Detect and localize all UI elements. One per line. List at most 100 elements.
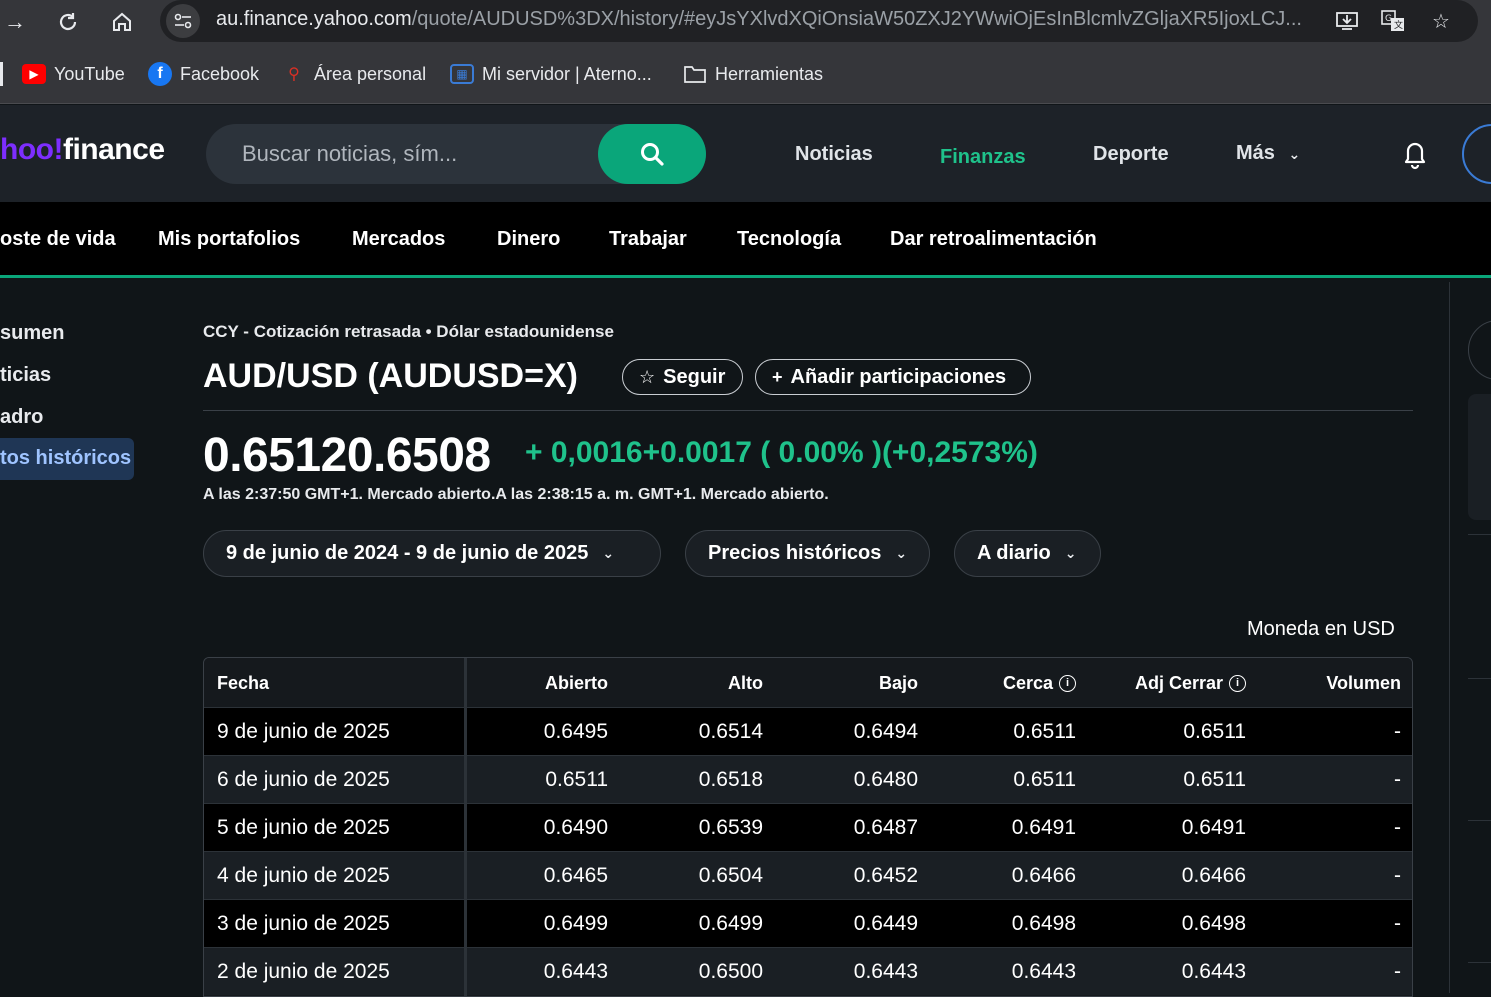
- subnav-costo-de-vida[interactable]: oste de vida: [0, 228, 116, 251]
- currency-note: Moneda en USD: [1247, 618, 1395, 640]
- header-cerca[interactable]: Cerca i: [934, 658, 1076, 708]
- install-app-icon[interactable]: [1330, 4, 1364, 38]
- header-adj-cerrar-label: Adj Cerrar: [1134, 672, 1223, 693]
- column-separator: [464, 658, 467, 996]
- cell-cerca: 0.6498: [1011, 911, 1076, 935]
- bookmark-facebook[interactable]: f Facebook: [148, 60, 259, 88]
- cell-volumen: -: [1394, 815, 1401, 839]
- cell-fecha: 9 de junio de 2025: [217, 719, 390, 743]
- frequency-value: A diario: [977, 542, 1051, 564]
- header-bajo[interactable]: Bajo: [779, 658, 918, 708]
- price-type-value: Precios históricos: [708, 542, 882, 564]
- notifications-bell-icon[interactable]: [1400, 138, 1430, 170]
- cell-adj-cerrar: 0.6466: [1181, 863, 1246, 887]
- cell-adj-cerrar: 0.6498: [1181, 911, 1246, 935]
- cell-adj-cerrar: 0.6511: [1183, 767, 1246, 791]
- subnav-tecnologia[interactable]: Tecnología: [737, 228, 841, 251]
- url-text[interactable]: au.finance.yahoo.com/quote/AUDUSD%3DX/hi…: [216, 8, 1316, 31]
- header-abierto[interactable]: Abierto: [474, 658, 608, 708]
- header-cerca-label: Cerca: [1002, 672, 1053, 693]
- chevron-down-icon: ⌄: [1288, 146, 1301, 162]
- header-volumen[interactable]: Volumen: [1264, 658, 1401, 708]
- cell-abierto: 0.6495: [543, 719, 608, 743]
- search-icon: [641, 143, 664, 166]
- info-icon[interactable]: i: [1059, 674, 1076, 692]
- cell-alto: 0.6500: [698, 959, 763, 983]
- nav-finanzas[interactable]: Finanzas: [940, 146, 1026, 169]
- facebook-icon: f: [148, 62, 172, 86]
- info-icon[interactable]: i: [1229, 674, 1246, 692]
- cell-cerca: 0.6511: [1013, 719, 1076, 743]
- cell-volumen: -: [1394, 863, 1401, 887]
- right-sidebar: [1449, 282, 1491, 993]
- current-price: 0.65120.6508: [203, 429, 491, 482]
- cell-bajo: 0.6494: [853, 719, 918, 743]
- table-row: 6 de junio de 2025 0.6511 0.6518 0.6480 0.65…: [204, 755, 1412, 803]
- cell-adj-cerrar: 0.6511: [1183, 719, 1246, 743]
- browser-toolbar: → au.finance.yahoo.com/quote/AUDUSD%3DX/…: [0, 0, 1491, 46]
- leftnav-cuadro[interactable]: adro: [0, 406, 43, 429]
- cell-bajo: 0.6449: [853, 911, 918, 935]
- address-bar[interactable]: au.finance.yahoo.com/quote/AUDUSD%3DX/hi…: [160, 0, 1478, 42]
- divider: [1468, 962, 1491, 963]
- reload-icon[interactable]: [51, 5, 85, 39]
- bookmark-youtube[interactable]: ▶ YouTube: [22, 60, 125, 88]
- youtube-icon: ▶: [22, 64, 46, 84]
- site-info-icon[interactable]: [166, 4, 200, 38]
- search-bar: [206, 124, 706, 184]
- forward-icon[interactable]: →: [0, 5, 32, 39]
- table-row: 3 de junio de 2025 0.6499 0.6499 0.6449 0.64…: [204, 899, 1412, 947]
- nav-mas[interactable]: Más ⌄: [1236, 142, 1300, 165]
- header-alto[interactable]: Alto: [624, 658, 763, 708]
- subnav-trabajar[interactable]: Trabajar: [609, 228, 687, 251]
- date-range-select[interactable]: 9 de junio de 2024 - 9 de junio de 2025 …: [203, 530, 661, 577]
- search-input[interactable]: [242, 138, 582, 170]
- divider: [1468, 534, 1491, 535]
- bookmark-area-personal[interactable]: ⚲ Área personal: [282, 60, 426, 88]
- nav-deporte[interactable]: Deporte: [1093, 143, 1169, 166]
- translate-icon[interactable]: G文: [1376, 4, 1410, 38]
- add-holdings-button[interactable]: + Añadir participaciones: [755, 359, 1031, 395]
- aternos-icon: ▦: [450, 64, 474, 84]
- cell-adj-cerrar: 0.6491: [1181, 815, 1246, 839]
- cell-fecha: 3 de junio de 2025: [217, 911, 390, 935]
- bookmark-aternos[interactable]: ▦ Mi servidor | Aterno...: [450, 60, 652, 88]
- cell-abierto: 0.6511: [545, 767, 608, 791]
- bookmark-label: Facebook: [180, 63, 260, 84]
- bookmark-herramientas[interactable]: Herramientas: [683, 60, 823, 88]
- cell-cerca: 0.6466: [1011, 863, 1076, 887]
- subnav-mercados[interactable]: Mercados: [352, 228, 445, 251]
- follow-button[interactable]: ☆ Seguir: [622, 359, 743, 395]
- folder-icon: [683, 64, 707, 84]
- cell-abierto: 0.6465: [543, 863, 608, 887]
- bookmark-label: Herramientas: [715, 63, 824, 84]
- sidebar-button[interactable]: [1468, 320, 1491, 380]
- cell-alto: 0.6499: [698, 911, 763, 935]
- header-fecha[interactable]: Fecha: [217, 658, 269, 708]
- svg-text:文: 文: [1394, 19, 1403, 31]
- leftnav-datos-historicos[interactable]: tos históricos: [0, 438, 134, 480]
- price-type-select[interactable]: Precios históricos ⌄: [685, 530, 930, 577]
- cell-abierto: 0.6490: [543, 815, 608, 839]
- subnav-mis-portafolios[interactable]: Mis portafolios: [158, 228, 300, 251]
- search-button[interactable]: [598, 124, 706, 184]
- cell-fecha: 6 de junio de 2025: [217, 767, 390, 791]
- historical-data-table: Fecha Abierto Alto Bajo Cerca i Adj Cerra…: [203, 657, 1413, 997]
- subnav-dinero[interactable]: Dinero: [497, 228, 560, 251]
- frequency-select[interactable]: A diario ⌄: [954, 530, 1101, 577]
- header-adj-cerrar[interactable]: Adj Cerrar i: [1094, 658, 1246, 708]
- home-icon[interactable]: [105, 5, 139, 39]
- cell-fecha: 5 de junio de 2025: [217, 815, 390, 839]
- divider: [1468, 678, 1491, 679]
- subnav-retroalimentacion[interactable]: Dar retroalimentación: [890, 228, 1097, 251]
- leftnav-noticias[interactable]: ticias: [0, 364, 51, 387]
- leftnav-resumen[interactable]: sumen: [0, 322, 64, 345]
- yahoo-finance-logo[interactable]: hoo!finance: [0, 133, 165, 167]
- bookmark-star-icon[interactable]: ☆: [1424, 4, 1458, 38]
- date-range-value: 9 de junio de 2024 - 9 de junio de 2025: [226, 542, 589, 564]
- nav-noticias[interactable]: Noticias: [795, 143, 873, 166]
- market-status: A las 2:37:50 GMT+1. Mercado abierto.A l…: [203, 486, 829, 503]
- cell-volumen: -: [1394, 911, 1401, 935]
- cell-alto: 0.6539: [698, 815, 763, 839]
- cell-adj-cerrar: 0.6443: [1181, 959, 1246, 983]
